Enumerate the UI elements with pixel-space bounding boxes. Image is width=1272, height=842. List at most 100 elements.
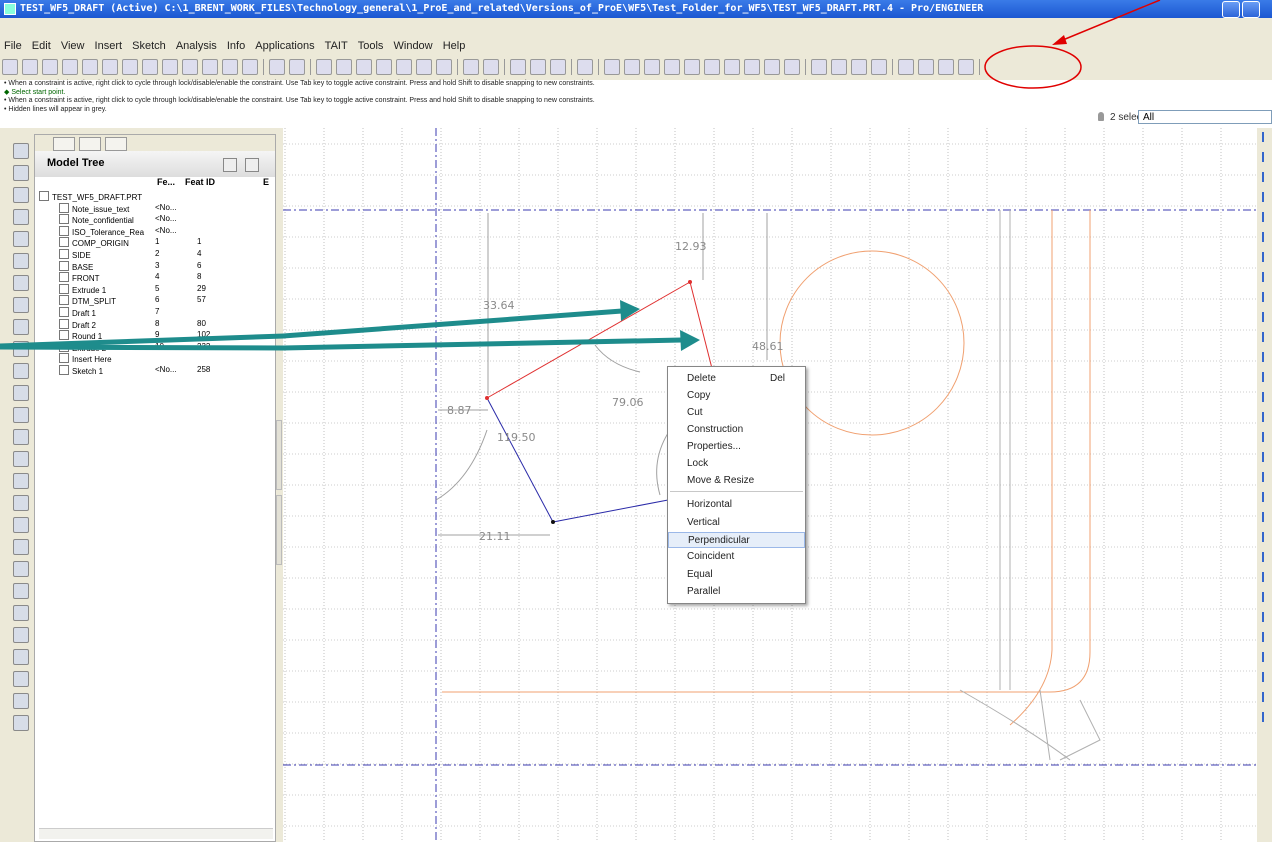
tool-icon[interactable] [13, 561, 29, 577]
selection-filter-select[interactable]: All [1138, 110, 1272, 124]
sketch-tool-icon[interactable] [1262, 272, 1272, 282]
tool-icon[interactable] [13, 187, 29, 203]
column-header[interactable]: E [263, 177, 269, 187]
tool-icon[interactable] [13, 143, 29, 159]
tree-row[interactable]: Sketch 1 <No... 258 [35, 364, 275, 377]
tree-row[interactable]: Note_issue_text <No... [35, 202, 275, 215]
tool-icon[interactable] [13, 363, 29, 379]
dimension-21-11[interactable]: 21.11 [479, 530, 511, 543]
dimension-119-50[interactable]: 119.50 [497, 431, 536, 444]
tool-icon[interactable] [13, 407, 29, 423]
menu-item-copy[interactable]: Copy [668, 388, 805, 404]
tree-row[interactable]: BASE 3 6 [35, 260, 275, 273]
sketch-tool-icon[interactable] [1262, 452, 1272, 462]
sketch-tool-icon[interactable] [1262, 132, 1272, 142]
sketch-tool-icon[interactable] [1262, 712, 1272, 722]
dimension-33-64[interactable]: 33.64 [483, 299, 515, 312]
tool-icon[interactable] [13, 649, 29, 665]
menu-item-lock[interactable]: Lock [668, 456, 805, 472]
dimension-48-61[interactable]: 48.61 [752, 340, 784, 353]
menu-item-move-resize[interactable]: Move & Resize [668, 473, 805, 489]
menu-item-vertical[interactable]: Vertical [668, 515, 805, 531]
tool-icon[interactable] [13, 715, 29, 731]
menu-item-properties[interactable]: Properties... [668, 439, 805, 455]
dimension-8-87[interactable]: 8.87 [447, 404, 472, 417]
tool-icon[interactable] [13, 275, 29, 291]
sketch-tool-icon[interactable] [1262, 472, 1272, 482]
tool-icon[interactable] [13, 231, 29, 247]
sketch-tool-icon[interactable] [1262, 512, 1272, 522]
tree-row[interactable]: TEST_WF5_DRAFT.PRT [35, 191, 275, 203]
sketch-tool-icon[interactable] [1262, 192, 1272, 202]
tool-icon[interactable] [13, 451, 29, 467]
tool-icon[interactable] [13, 539, 29, 555]
menu-item-equal[interactable]: Equal [668, 567, 805, 583]
menu-item-construction[interactable]: Construction [668, 422, 805, 438]
tool-icon[interactable] [13, 209, 29, 225]
tree-row[interactable]: Draft 1 7 [35, 306, 275, 319]
menu-item-coincident[interactable]: Coincident [668, 549, 805, 565]
tool-icon[interactable] [13, 473, 29, 489]
sketch-tool-icon[interactable] [1262, 592, 1272, 602]
sketch-vertex[interactable] [485, 396, 489, 400]
sketch-vertex[interactable] [688, 280, 692, 284]
dimension-12-93[interactable]: 12.93 [675, 240, 707, 253]
dimension-79-06[interactable]: 79.06 [612, 396, 644, 409]
sketch-tool-icon[interactable] [1262, 252, 1272, 262]
column-header[interactable]: Feat ID [185, 177, 215, 187]
sketch-tool-icon[interactable] [1262, 232, 1272, 242]
settings-icon[interactable] [223, 158, 237, 172]
sketch-tool-icon[interactable] [1262, 292, 1272, 302]
sketch-vertex[interactable] [551, 520, 555, 524]
sketch-tool-icon[interactable] [1262, 432, 1272, 442]
tool-icon[interactable] [13, 165, 29, 181]
sketch-tool-icon[interactable] [1262, 612, 1272, 622]
sketch-tool-icon[interactable] [1262, 352, 1272, 362]
sketch-tool-icon[interactable] [1262, 172, 1272, 182]
tool-icon[interactable] [13, 385, 29, 401]
tab-favorites[interactable] [105, 137, 127, 151]
tool-icon[interactable] [13, 495, 29, 511]
menu-item-perpendicular[interactable]: Perpendicular [668, 532, 805, 548]
sketch-tool-icon[interactable] [1262, 692, 1272, 702]
menu-item-cut[interactable]: Cut [668, 405, 805, 421]
sketch-tool-icon[interactable] [1262, 672, 1272, 682]
sketch-tool-icon[interactable] [1262, 332, 1272, 342]
tool-icon[interactable] [13, 627, 29, 643]
sketch-tool-icon[interactable] [1262, 632, 1272, 642]
tree-row[interactable]: FRONT 4 8 [35, 272, 275, 284]
tool-icon[interactable] [13, 429, 29, 445]
panel-sash[interactable] [276, 495, 282, 565]
sketch-tool-icon[interactable] [1262, 212, 1272, 222]
tree-row[interactable]: Note_confidential <No... [35, 214, 275, 226]
tool-icon[interactable] [13, 253, 29, 269]
sketch-tool-icon[interactable] [1262, 552, 1272, 562]
tool-icon[interactable] [13, 583, 29, 599]
menu-item-parallel[interactable]: Parallel [668, 584, 805, 600]
sketch-tool-icon[interactable] [1262, 412, 1272, 422]
menu-item-delete[interactable]: Delete Del [668, 371, 805, 387]
show-icon[interactable] [245, 158, 259, 172]
tool-icon[interactable] [13, 297, 29, 313]
sketch-tool-icon[interactable] [1262, 152, 1272, 162]
sketch-tool-icon[interactable] [1262, 372, 1272, 382]
tree-row[interactable]: COMP_ORIGIN 1 1 [35, 237, 275, 249]
tool-icon[interactable] [13, 517, 29, 533]
tree-row[interactable]: Extrude 1 5 29 [35, 283, 275, 296]
tree-row[interactable]: DTM_SPLIT 6 57 [35, 295, 275, 307]
sketch-tool-icon[interactable] [1262, 572, 1272, 582]
tool-icon[interactable] [13, 671, 29, 687]
tab-model-tree[interactable] [53, 137, 75, 151]
panel-sash[interactable] [276, 420, 282, 490]
tool-icon[interactable] [13, 605, 29, 621]
tree-row[interactable]: SIDE 2 4 [35, 248, 275, 261]
tab-folder-browser[interactable] [79, 137, 101, 151]
sketch-tool-icon[interactable] [1262, 532, 1272, 542]
tree-horizontal-scrollbar[interactable] [39, 828, 273, 839]
column-header[interactable]: Fe... [157, 177, 175, 187]
tool-icon[interactable] [13, 693, 29, 709]
sketch-tool-icon[interactable] [1262, 492, 1272, 502]
tree-row[interactable]: ISO_Tolerance_Rea <No... [35, 225, 275, 238]
menu-item-horizontal[interactable]: Horizontal [668, 497, 805, 513]
sketch-tool-icon[interactable] [1262, 312, 1272, 322]
